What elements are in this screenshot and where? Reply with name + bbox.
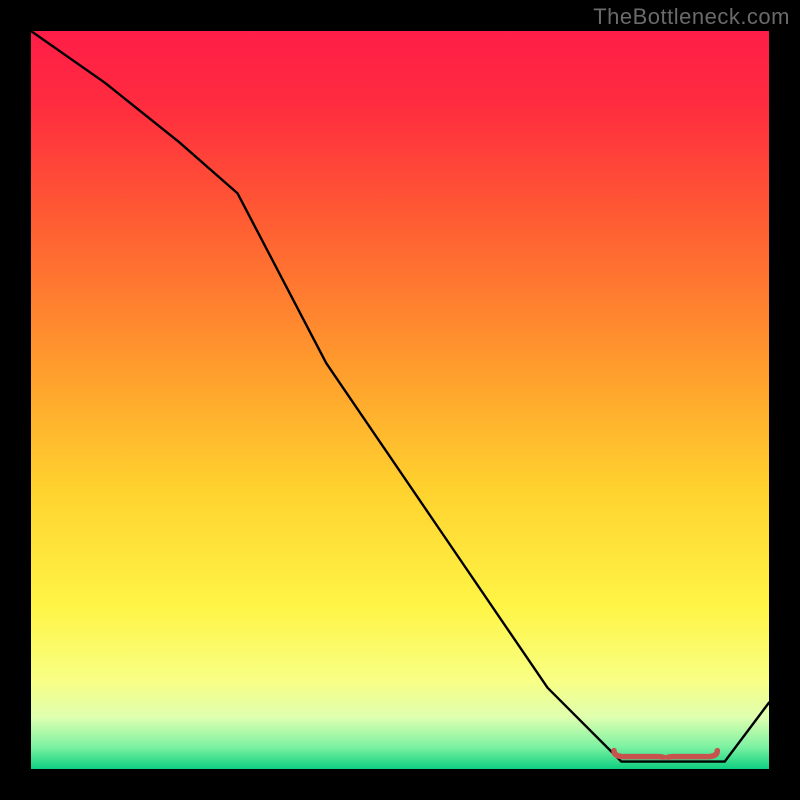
chart-stage: TheBottleneck.com xyxy=(0,0,800,800)
plot-area xyxy=(31,31,769,769)
data-line xyxy=(31,31,769,762)
red-bracket-annotation xyxy=(614,751,717,760)
plot-overlay xyxy=(31,31,769,769)
watermark-text: TheBottleneck.com xyxy=(593,4,790,30)
